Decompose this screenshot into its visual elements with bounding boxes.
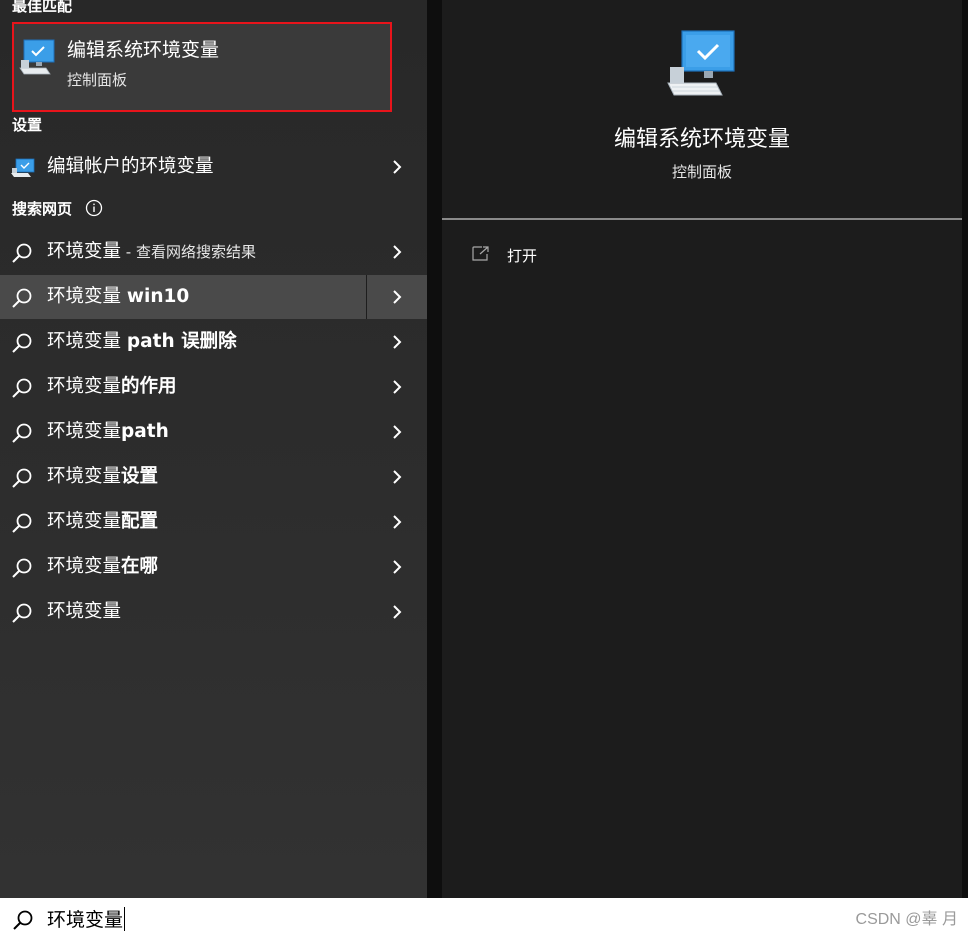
- watermark: CSDN @辜 月: [855, 911, 958, 928]
- web-result-label: 环境变量配置: [47, 511, 159, 532]
- best-match-subtitle: 控制面板: [67, 71, 128, 89]
- web-result-label: 环境变量在哪: [47, 556, 159, 577]
- search-input[interactable]: 环境变量: [47, 907, 126, 933]
- computer-icon: [10, 157, 36, 179]
- web-result-label: 环境变量 win10: [47, 286, 190, 307]
- chevron-right-icon[interactable]: [366, 545, 427, 589]
- web-result-item[interactable]: 环境变量 - 查看网络搜索结果: [0, 230, 427, 274]
- window-edge: [962, 0, 968, 898]
- web-heading: 搜索网页: [12, 199, 103, 222]
- preview-pane: 编辑系统环境变量 控制面板 打开: [442, 0, 962, 898]
- search-icon: [10, 377, 36, 399]
- text-caret: [124, 907, 126, 931]
- best-match-title: 编辑系统环境变量: [67, 39, 220, 61]
- chevron-right-icon[interactable]: [366, 230, 427, 274]
- web-result-item[interactable]: 环境变量设置: [0, 455, 427, 499]
- preview-subtitle: 控制面板: [671, 163, 732, 181]
- search-icon: [12, 909, 34, 935]
- settings-item-label: 编辑帐户的环境变量: [47, 156, 214, 177]
- search-icon: [10, 422, 36, 444]
- chevron-right-icon[interactable]: [366, 500, 427, 544]
- search-icon: [10, 332, 36, 354]
- divider: [442, 218, 962, 220]
- open-label: 打开: [507, 247, 538, 265]
- preview-title: 编辑系统环境变量: [613, 127, 790, 152]
- web-result-label: 环境变量 path 误删除: [47, 331, 237, 352]
- web-result-item[interactable]: 环境变量的作用: [0, 365, 427, 409]
- settings-heading: 设置: [12, 116, 43, 134]
- web-result-item[interactable]: 环境变量 path 误删除: [0, 320, 427, 364]
- computer-icon: [664, 27, 740, 103]
- search-icon: [10, 242, 36, 264]
- results-pane: 最佳匹配 编辑系统环境变量 控制面板 设置 编辑帐户的环境变量 搜索网页 环境变…: [0, 0, 427, 898]
- web-result-item[interactable]: 环境变量 win10: [0, 275, 427, 319]
- web-result-label: 环境变量 - 查看网络搜索结果: [47, 241, 256, 262]
- chevron-right-icon[interactable]: [366, 365, 427, 409]
- best-match-result[interactable]: 编辑系统环境变量 控制面板: [12, 22, 392, 112]
- web-result-label: 环境变量的作用: [47, 376, 177, 397]
- chevron-right-icon[interactable]: [366, 455, 427, 499]
- info-icon[interactable]: [85, 199, 103, 222]
- search-icon: [10, 602, 36, 624]
- open-action[interactable]: 打开: [470, 242, 670, 272]
- web-result-item[interactable]: 环境变量在哪: [0, 545, 427, 589]
- search-icon: [10, 467, 36, 489]
- chevron-right-icon[interactable]: [366, 410, 427, 454]
- pane-divider: [427, 0, 442, 898]
- search-bar[interactable]: 环境变量 CSDN @辜 月: [0, 898, 968, 940]
- web-result-label: 环境变量: [47, 601, 122, 622]
- web-result-item[interactable]: 环境变量配置: [0, 500, 427, 544]
- search-icon: [10, 557, 36, 579]
- chevron-right-icon[interactable]: [366, 145, 427, 189]
- web-result-label: 环境变量path: [47, 421, 169, 442]
- settings-item-edit-account-env[interactable]: 编辑帐户的环境变量: [0, 145, 427, 189]
- search-icon: [10, 512, 36, 534]
- computer-icon: [18, 38, 56, 80]
- chevron-right-icon[interactable]: [366, 320, 427, 364]
- web-result-label: 环境变量设置: [47, 466, 159, 487]
- web-result-item[interactable]: 环境变量path: [0, 410, 427, 454]
- best-match-heading: 最佳匹配: [12, 0, 73, 15]
- web-result-item[interactable]: 环境变量: [0, 590, 427, 634]
- search-icon: [10, 287, 36, 309]
- chevron-right-icon[interactable]: [366, 590, 427, 634]
- open-icon: [470, 246, 490, 266]
- chevron-right-icon[interactable]: [366, 275, 427, 319]
